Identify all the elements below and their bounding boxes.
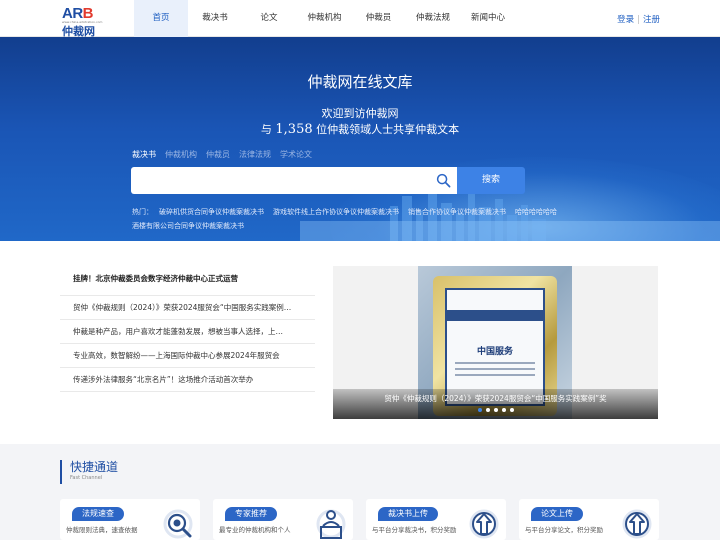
nav-home[interactable]: 首页 [134, 0, 188, 37]
main-nav: 首页 裁决书 论文 仲裁机构 仲裁员 仲裁法规 新闻中心 [134, 0, 514, 37]
hot-search-item[interactable]: 销售合作协议争议仲裁案裁决书 [408, 208, 506, 216]
nav-institutions[interactable]: 仲裁机构 [296, 0, 353, 37]
quick-card-regulations[interactable]: 法规速查 仲裁限则法典，速查依据 [60, 499, 200, 540]
nav-awards[interactable]: 裁决书 [188, 0, 242, 37]
user-count: 1,358 [275, 122, 313, 137]
tab-awards[interactable]: 裁决书 [132, 149, 156, 160]
news-item[interactable]: 传递涉外法律服务“北京名片”！这场推介活动首次举办 [60, 368, 315, 392]
news-carousel[interactable]: 中国服务 贸仲《仲裁规则（2024）》荣获2024服贸会“中国服务实践案例”奖 [333, 266, 658, 419]
nav-regulations[interactable]: 仲裁法规 [404, 0, 462, 37]
quick-channel-section: 快捷通道 Fast Channel 法规速查 仲裁限则法典，速查依据 专家推荐 … [0, 444, 720, 540]
card-description: 仲裁限则法典，速查依据 [66, 526, 138, 534]
search-box [131, 167, 457, 194]
search-input[interactable] [131, 167, 431, 194]
plaque-text-line [455, 374, 535, 376]
quick-card-experts[interactable]: 专家推荐 最专业的仲裁机构和个人 [213, 499, 353, 540]
hero-subtitle-count: 与 1,358 位仲裁领域人士共享仲裁文本 [260, 122, 460, 137]
card-description: 最专业的仲裁机构和个人 [219, 526, 291, 534]
news-item[interactable]: 贸仲《仲裁规则（2024）》荣获2024服贸会“中国服务实践案例… [60, 296, 315, 320]
quick-card-upload-paper[interactable]: 论文上传 与平台分享论文，积分奖励 [519, 499, 659, 540]
nav-papers[interactable]: 论文 [242, 0, 296, 37]
plaque-ribbon [445, 310, 545, 321]
site-header: ARB www.china-arbitration.com 仲裁网 首页 裁决书… [0, 0, 720, 38]
card-label: 论文上传 [531, 507, 583, 521]
carousel-dot[interactable] [477, 408, 482, 412]
plaque-text-line [455, 368, 535, 370]
card-description: 与平台分享论文，积分奖励 [525, 526, 603, 534]
carousel-dots [333, 397, 658, 416]
nav-arbitrators[interactable]: 仲裁员 [353, 0, 404, 37]
quick-channel-title: 快捷通道 [70, 460, 119, 474]
tab-laws[interactable]: 法律法规 [239, 149, 271, 160]
tab-papers[interactable]: 学术论文 [280, 149, 312, 160]
search-icon[interactable] [436, 173, 451, 188]
plaque-text-line [455, 362, 535, 364]
card-label: 专家推荐 [225, 507, 277, 521]
nav-news[interactable]: 新闻中心 [462, 0, 514, 37]
hot-search-item[interactable]: 游戏软件线上合作协议争议仲裁案裁决书 [273, 208, 399, 216]
hot-searches: 热门： 破碎机供货合同争议仲裁案裁决书 游戏软件线上合作协议争议仲裁案裁决书 销售合作… [132, 205, 572, 233]
expert-podium-icon [316, 509, 346, 539]
hot-search-item[interactable]: 破碎机供货合同争议仲裁案裁决书 [159, 208, 264, 216]
quick-channel-heading: 快捷通道 Fast Channel [60, 460, 118, 484]
hot-label: 热门： [132, 208, 153, 216]
hot-search-item[interactable]: 哈哈哈哈哈哈 [515, 208, 557, 216]
carousel-dot[interactable] [485, 408, 490, 412]
news-item[interactable]: 仲裁是种产品，用户喜欢才能蓬勃发展，想被当事人选择，上… [60, 320, 315, 344]
carousel-dot[interactable] [501, 408, 506, 412]
register-link[interactable]: 注册 [643, 15, 660, 25]
upload-arrow-icon [622, 509, 652, 539]
upload-arrow-icon [469, 509, 499, 539]
card-label: 裁决书上传 [378, 507, 438, 521]
news-item[interactable]: 专业高效，数智解纷——上海国际仲裁中心参展2024年服贸会 [60, 344, 315, 368]
tab-arbitrators[interactable]: 仲裁员 [206, 149, 230, 160]
auth-separator: | [637, 15, 640, 25]
search-button[interactable]: 搜索 [457, 167, 525, 194]
search-category-tabs: 裁决书 仲裁机构 仲裁员 法律法规 学术论文 [132, 149, 321, 160]
hot-search-item[interactable]: 酒楼有限公司合同争议仲裁案裁决书 [132, 222, 244, 230]
news-headline[interactable]: 挂牌！北京仲裁委员会数字经济仲裁中心正式运营 [60, 262, 315, 296]
magnifier-target-icon [163, 509, 193, 539]
card-description: 与平台分享裁决书，积分奖励 [372, 526, 457, 534]
auth-links: 登录 | 注册 [617, 13, 660, 25]
quick-channel-subtitle: Fast Channel [70, 475, 103, 481]
news-list: 挂牌！北京仲裁委员会数字经济仲裁中心正式运营 贸仲《仲裁规则（2024）》荣获2… [60, 262, 315, 392]
site-logo[interactable]: ARB www.china-arbitration.com 仲裁网 [60, 5, 106, 38]
tab-institutions[interactable]: 仲裁机构 [165, 149, 197, 160]
carousel-dot[interactable] [509, 408, 514, 412]
hero-subtitle-welcome: 欢迎到访仲裁网 [321, 107, 399, 120]
login-link[interactable]: 登录 [617, 15, 634, 25]
hero-banner: 仲裁网在线文库 欢迎到访仲裁网 与 1,358 位仲裁领域人士共享仲裁文本 裁决… [0, 37, 720, 241]
quick-card-upload-award[interactable]: 裁决书上传 与平台分享裁决书，积分奖励 [366, 499, 506, 540]
plaque-title: 中国服务 [476, 347, 513, 357]
carousel-dot[interactable] [493, 408, 498, 412]
hero-title: 仲裁网在线文库 [307, 73, 413, 91]
card-label: 法规速查 [72, 507, 124, 521]
